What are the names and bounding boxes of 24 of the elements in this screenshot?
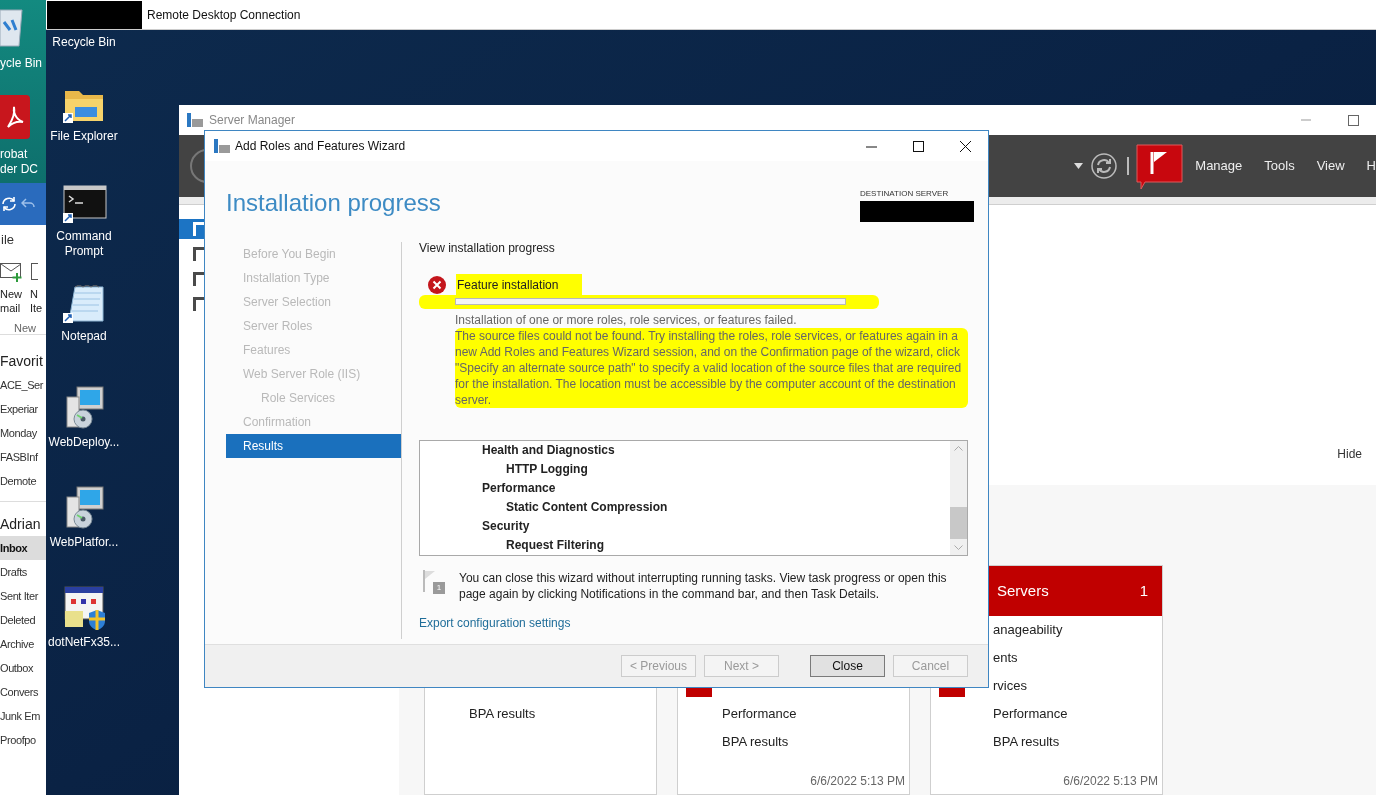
window-title: Add Roles and Features Wizard	[235, 138, 406, 155]
task-name: Feature installation	[456, 274, 583, 296]
card-count: 1	[1139, 580, 1148, 601]
card-title: Servers	[997, 580, 1049, 601]
desktop-icon-label: der DC	[0, 161, 39, 177]
result-group: Health and Diagnostics	[482, 441, 950, 460]
desktop-icon-label: robat	[0, 146, 29, 162]
result-item: Request Filtering	[505, 537, 605, 554]
section-title: View installation progress	[419, 241, 556, 255]
task-error-detail: The source files could not be found. Try installing the roles, role services, or features again in a new Add Roles and Features Wizard session, and on the Confirmation page of the wizard, click "Specify an alternate source path" to specify a valid location of the source files that are required for the installation. The location must be accessible by the computer account of the destination server.	[455, 328, 968, 408]
ribbon-group-label: New	[14, 322, 36, 334]
destination-label: DESTINATION SERVER	[860, 188, 950, 200]
result-item: Static Content Compression	[505, 499, 669, 516]
window-title: Server Manager	[209, 112, 296, 129]
window-title: Remote Desktop Connection	[147, 6, 301, 24]
timestamp: 6/6/2022 5:13 PM	[1063, 773, 1158, 790]
timestamp: 6/6/2022 5:13 PM	[810, 773, 905, 790]
result-group: Security	[482, 517, 950, 536]
badge-count: 1	[433, 582, 445, 594]
result-group: Performance	[482, 479, 950, 498]
page-heading: Installation progress	[226, 188, 441, 218]
result-item: HTTP Logging	[505, 461, 589, 478]
desktop-icon-label: ycle Bin	[0, 56, 44, 71]
task-summary: Installation of one or more roles, role services, or features failed.	[455, 312, 798, 328]
